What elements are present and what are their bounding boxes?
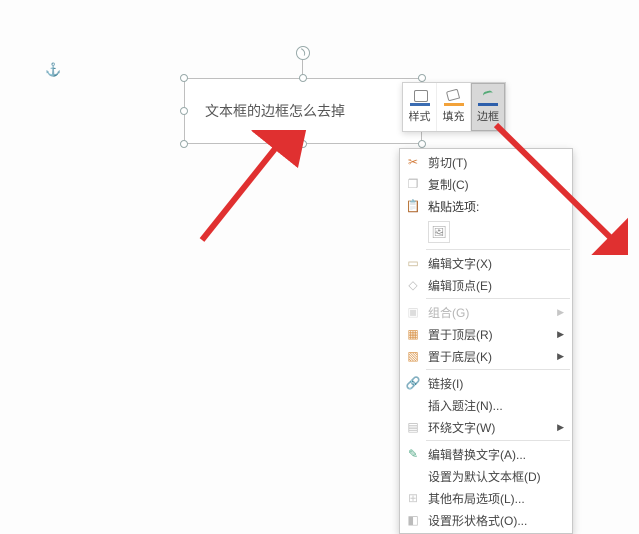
wrap-icon: ▤: [405, 419, 421, 435]
menu-cut[interactable]: ✂ 剪切(T): [400, 151, 572, 173]
textbox[interactable]: 文本框的边框怎么去掉: [184, 78, 422, 144]
send-back-icon: ▧: [405, 348, 421, 364]
menu-separator: [426, 440, 570, 441]
edit-text-icon: ▭: [405, 255, 421, 271]
copy-icon: ❐: [405, 176, 421, 192]
context-menu: ✂ 剪切(T) ❐ 复制(C) 📋 粘贴选项: 🖼 ▭ 编辑文字(X) ◇ 编辑…: [399, 148, 573, 534]
menu-edit-text[interactable]: ▭ 编辑文字(X): [400, 252, 572, 274]
menu-hyperlink-label: 链接(I): [428, 375, 463, 392]
menu-insert-caption-label: 插入题注(N)...: [428, 397, 503, 414]
paste-option-picture[interactable]: 🖼: [428, 221, 450, 243]
menu-alt-text[interactable]: ✎ 编辑替换文字(A)...: [400, 443, 572, 465]
alt-text-icon: ✎: [405, 446, 421, 462]
menu-paste-header: 📋 粘贴选项:: [400, 195, 572, 217]
link-icon: 🔗: [405, 375, 421, 391]
menu-bring-front[interactable]: ▦ 置于顶层(R) ▶: [400, 323, 572, 345]
menu-more-layout-label: 其他布局选项(L)...: [428, 490, 525, 507]
menu-cut-label: 剪切(T): [428, 154, 467, 171]
menu-hyperlink[interactable]: 🔗 链接(I): [400, 372, 572, 394]
fill-button[interactable]: 填充: [437, 83, 471, 131]
style-icon: [410, 90, 430, 106]
border-icon: [478, 90, 498, 106]
menu-copy[interactable]: ❐ 复制(C): [400, 173, 572, 195]
layout-icon: ⊞: [405, 490, 421, 506]
menu-bring-front-label: 置于顶层(R): [428, 326, 493, 343]
menu-insert-caption[interactable]: 插入题注(N)...: [400, 394, 572, 416]
resize-handle-ml[interactable]: [180, 107, 188, 115]
menu-group: ▣ 组合(G) ▶: [400, 301, 572, 323]
group-icon: ▣: [405, 304, 421, 320]
submenu-arrow-icon: ▶: [557, 307, 564, 318]
menu-edit-points[interactable]: ◇ 编辑顶点(E): [400, 274, 572, 296]
menu-set-default-label: 设置为默认文本框(D): [428, 468, 541, 485]
paste-options-row: 🖼: [400, 217, 572, 247]
menu-set-default[interactable]: 设置为默认文本框(D): [400, 465, 572, 487]
menu-send-back-label: 置于底层(K): [428, 348, 492, 365]
resize-handle-br[interactable]: [418, 140, 426, 148]
rotation-handle[interactable]: [296, 46, 310, 60]
style-button[interactable]: 样式: [403, 83, 437, 131]
menu-wrap-text-label: 环绕文字(W): [428, 419, 495, 436]
textbox-selection[interactable]: 文本框的边框怎么去掉: [184, 78, 422, 144]
menu-separator: [426, 369, 570, 370]
fill-icon: [444, 90, 464, 106]
resize-handle-tl[interactable]: [180, 74, 188, 82]
fill-label: 填充: [443, 108, 465, 124]
border-label: 边框: [477, 108, 499, 124]
menu-wrap-text[interactable]: ▤ 环绕文字(W) ▶: [400, 416, 572, 438]
mini-toolbar: 样式 填充 边框: [402, 82, 506, 132]
menu-send-back[interactable]: ▧ 置于底层(K) ▶: [400, 345, 572, 367]
resize-handle-bm[interactable]: [299, 140, 307, 148]
menu-edit-points-label: 编辑顶点(E): [428, 277, 492, 294]
menu-more-layout[interactable]: ⊞ 其他布局选项(L)...: [400, 487, 572, 509]
resize-handle-tr[interactable]: [418, 74, 426, 82]
paste-icon: 📋: [405, 198, 421, 214]
menu-separator: [426, 249, 570, 250]
menu-separator: [426, 298, 570, 299]
menu-format-shape[interactable]: ◧ 设置形状格式(O)...: [400, 509, 572, 531]
submenu-arrow-icon: ▶: [557, 329, 564, 340]
format-shape-icon: ◧: [405, 512, 421, 528]
bring-front-icon: ▦: [405, 326, 421, 342]
menu-edit-text-label: 编辑文字(X): [428, 255, 492, 272]
submenu-arrow-icon: ▶: [557, 422, 564, 433]
menu-group-label: 组合(G): [428, 304, 469, 321]
anchor-icon: ⚓: [45, 62, 61, 78]
resize-handle-bl[interactable]: [180, 140, 188, 148]
border-button[interactable]: 边框: [471, 83, 505, 131]
menu-format-shape-label: 设置形状格式(O)...: [428, 512, 527, 529]
annotation-arrow-left: [192, 130, 312, 250]
resize-handle-tm[interactable]: [299, 74, 307, 82]
textbox-content: 文本框的边框怎么去掉: [205, 101, 345, 121]
style-label: 样式: [409, 108, 431, 124]
menu-copy-label: 复制(C): [428, 176, 469, 193]
menu-paste-label: 粘贴选项:: [428, 198, 479, 215]
edit-points-icon: ◇: [405, 277, 421, 293]
menu-alt-text-label: 编辑替换文字(A)...: [428, 446, 526, 463]
cut-icon: ✂: [405, 154, 421, 170]
submenu-arrow-icon: ▶: [557, 351, 564, 362]
